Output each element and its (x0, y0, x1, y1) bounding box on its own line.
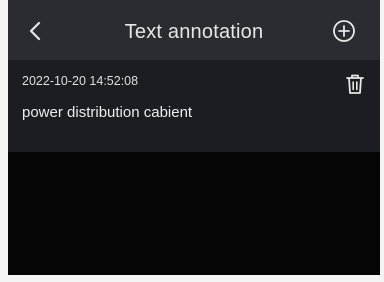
trash-icon (346, 74, 364, 94)
annotation-list: 2022-10-20 14:52:08 power distribution c… (8, 60, 380, 152)
annotation-item[interactable]: 2022-10-20 14:52:08 power distribution c… (8, 60, 380, 152)
empty-list-area (8, 152, 380, 275)
back-button[interactable] (24, 18, 48, 44)
add-annotation-button[interactable] (331, 18, 357, 44)
header-bar: Text annotation (8, 0, 380, 60)
plus-circle-icon (333, 20, 355, 42)
app-screen: Text annotation 2022-10-20 14:52:08 powe… (8, 0, 380, 275)
delete-annotation-button[interactable] (345, 73, 365, 95)
page-title: Text annotation (124, 21, 264, 43)
annotation-date: 2022-10-20 14:52:08 (22, 74, 139, 88)
chevron-left-icon (29, 21, 41, 41)
annotation-text: power distribution cabient (22, 104, 193, 121)
